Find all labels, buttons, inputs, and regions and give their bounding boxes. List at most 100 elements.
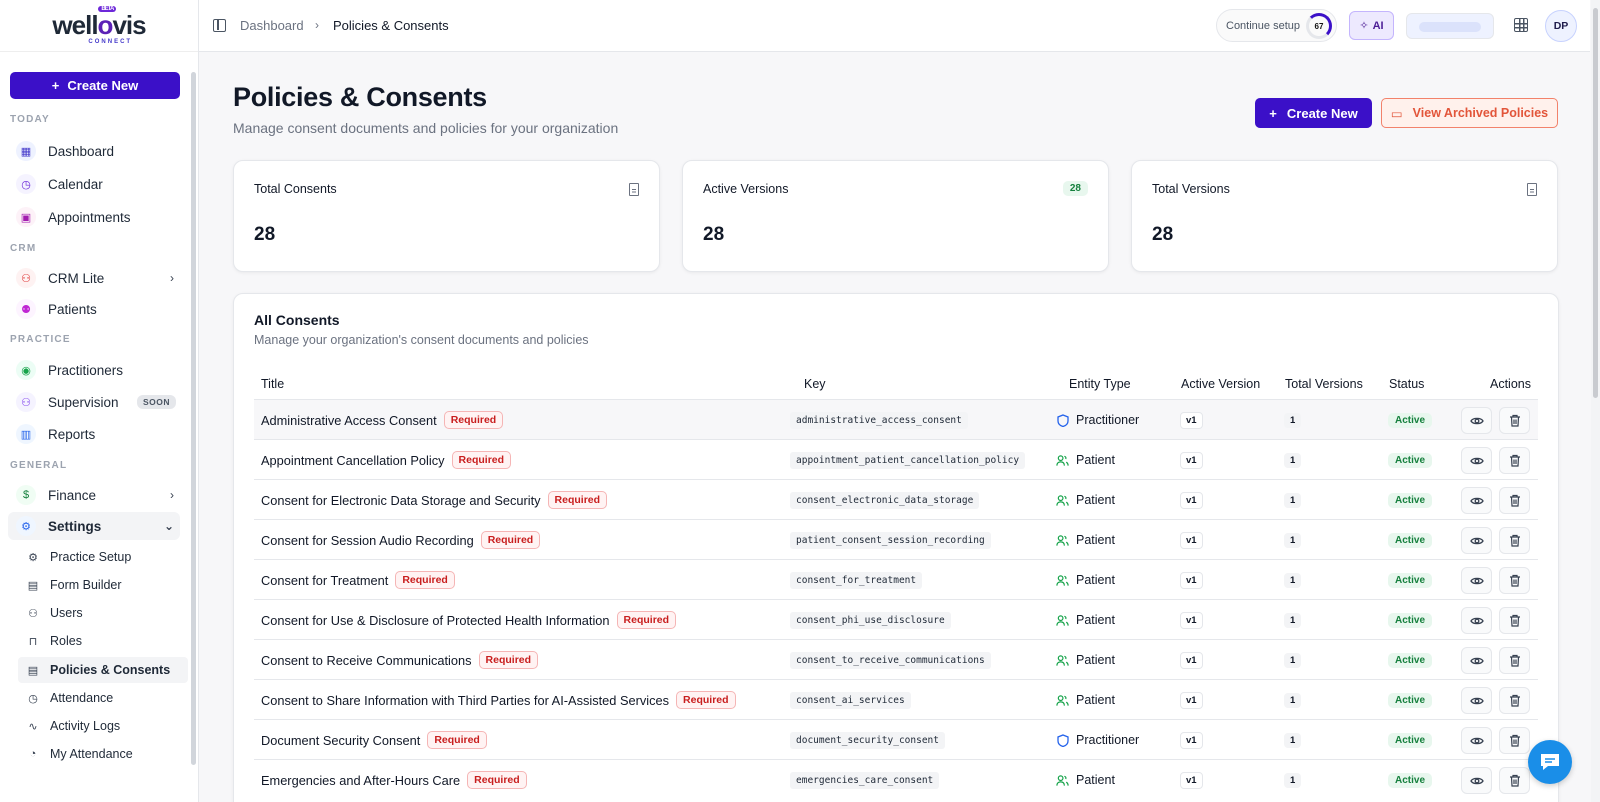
column-header-total-versions[interactable]: Total Versions: [1285, 377, 1363, 391]
required-badge: Required: [427, 731, 487, 749]
delete-button[interactable]: [1499, 687, 1530, 714]
delete-button[interactable]: [1499, 647, 1530, 674]
consent-title[interactable]: Consent to Share Information with Third …: [261, 693, 669, 708]
delete-button[interactable]: [1499, 527, 1530, 554]
delete-button[interactable]: [1499, 607, 1530, 634]
view-button[interactable]: [1461, 647, 1492, 674]
consent-title[interactable]: Consent for Use & Disclosure of Protecte…: [261, 613, 610, 628]
view-button[interactable]: [1461, 607, 1492, 634]
sidebar-item-patients[interactable]: ⚉ Patients: [8, 295, 180, 323]
avatar[interactable]: DP: [1545, 10, 1577, 42]
row-active-version: v1: [1180, 560, 1203, 600]
view-button[interactable]: [1461, 447, 1492, 474]
create-new-button[interactable]: + Create New: [1255, 98, 1372, 128]
total-versions-badge: 1: [1284, 692, 1302, 708]
table-row[interactable]: Emergencies and After-Hours Care Required…: [254, 759, 1538, 800]
sidebar-sub-attendance[interactable]: ◷ Attendance: [18, 685, 188, 711]
table-row[interactable]: Consent to Receive Communications Require…: [254, 639, 1538, 680]
breadcrumb-current: Policies & Consents: [333, 18, 449, 33]
delete-button[interactable]: [1499, 487, 1530, 514]
trash-icon: [1509, 534, 1521, 547]
view-button[interactable]: [1461, 687, 1492, 714]
view-button[interactable]: [1461, 407, 1492, 434]
sidebar-sub-practice-setup[interactable]: ⚙ Practice Setup: [18, 544, 188, 570]
breadcrumb-dashboard[interactable]: Dashboard: [240, 18, 304, 33]
sidebar-scrollbar[interactable]: [191, 72, 196, 765]
view-archived-policies-button[interactable]: ▭ View Archived Policies: [1381, 98, 1558, 128]
sidebar-item-appointments[interactable]: ▣ Appointments: [8, 203, 180, 231]
row-total-versions: 1: [1284, 480, 1302, 520]
view-button[interactable]: [1461, 727, 1492, 754]
row-entity-type: Patient: [1056, 760, 1115, 800]
consent-key: document_security_consent: [790, 731, 945, 749]
eye-icon: [1469, 576, 1484, 586]
sidebar-sub-form-builder[interactable]: ▤ Form Builder: [18, 572, 188, 598]
logo-subtitle: CONNECT: [88, 39, 133, 45]
document-icon: [629, 183, 639, 196]
sidebar-sub-activity-logs[interactable]: ∿ Activity Logs: [18, 713, 188, 739]
consent-title[interactable]: Consent to Receive Communications: [261, 653, 472, 668]
column-header-active-version[interactable]: Active Version: [1181, 377, 1260, 391]
consent-title[interactable]: Consent for Treatment: [261, 573, 388, 588]
sidebar-item-supervision[interactable]: ⚇ Supervision SOON: [8, 388, 180, 416]
delete-button[interactable]: [1499, 447, 1530, 474]
folder-icon: ▭: [1390, 106, 1403, 121]
table-row[interactable]: Consent for Treatment Required consent_for…: [254, 559, 1538, 600]
sidebar-item-finance[interactable]: $ Finance ›: [8, 481, 180, 509]
consents-table-card: All Consents Manage your organization's …: [233, 293, 1559, 802]
sidebar-item-settings[interactable]: ⚙ Settings ⌄: [8, 512, 180, 540]
chevron-down-icon: ⌄: [163, 519, 174, 533]
sidebar-item-reports[interactable]: ▥ Reports: [8, 420, 180, 448]
page-scrollbar[interactable]: [1591, 0, 1600, 802]
view-button[interactable]: [1461, 487, 1492, 514]
top-bar: Dashboard › Policies & Consents Continue…: [199, 0, 1590, 52]
entity-type-label: Patient: [1076, 693, 1115, 707]
table-row[interactable]: Consent for Use & Disclosure of Protecte…: [254, 599, 1538, 640]
logo[interactable]: wellovis BETA CONNECT: [0, 0, 198, 52]
consent-title[interactable]: Consent for Electronic Data Storage and …: [261, 493, 541, 508]
users-icon: [1056, 494, 1069, 507]
sidebar-item-practitioners[interactable]: ◉ Practitioners: [8, 356, 180, 384]
apps-grid-icon[interactable]: [1514, 18, 1528, 32]
delete-button[interactable]: [1499, 767, 1530, 794]
delete-button[interactable]: [1499, 407, 1530, 434]
column-header-key[interactable]: Key: [804, 377, 826, 391]
entity-type-label: Patient: [1076, 453, 1115, 467]
column-header-status[interactable]: Status: [1389, 377, 1424, 391]
sidebar-sub-my-attendance[interactable]: ◔ My Attendance: [18, 741, 188, 767]
view-button[interactable]: [1461, 527, 1492, 554]
column-header-title[interactable]: Title: [261, 377, 284, 391]
chat-button[interactable]: [1528, 740, 1572, 784]
ai-button[interactable]: ✧ AI: [1349, 11, 1394, 40]
consent-title[interactable]: Document Security Consent: [261, 733, 420, 748]
sidebar-toggle-icon[interactable]: [213, 19, 226, 32]
view-button[interactable]: [1461, 767, 1492, 794]
consent-title[interactable]: Emergencies and After-Hours Care: [261, 773, 460, 788]
patients-icon: ⚉: [16, 299, 36, 319]
table-row[interactable]: Consent to Share Information with Third …: [254, 679, 1538, 720]
sidebar-create-new-button[interactable]: + Create New: [10, 72, 180, 99]
table-row[interactable]: Document Security Consent Required documen…: [254, 719, 1538, 760]
sidebar-sub-users[interactable]: ⚇ Users: [18, 600, 188, 626]
section-label-practice: PRACTICE: [10, 334, 71, 345]
appointments-icon: ▣: [16, 207, 36, 227]
view-button[interactable]: [1461, 567, 1492, 594]
consent-title[interactable]: Appointment Cancellation Policy: [261, 453, 445, 468]
consent-key: consent_to_receive_communications: [790, 651, 991, 669]
sidebar-item-calendar[interactable]: ◷ Calendar: [8, 170, 180, 198]
delete-button[interactable]: [1499, 727, 1530, 754]
continue-setup-button[interactable]: Continue setup 67: [1216, 9, 1337, 42]
consent-title[interactable]: Administrative Access Consent: [261, 413, 437, 428]
table-row[interactable]: Consent for Electronic Data Storage and …: [254, 479, 1538, 520]
table-row[interactable]: Consent for Session Audio Recording Requi…: [254, 519, 1538, 560]
version-badge: v1: [1180, 691, 1203, 709]
table-row[interactable]: Administrative Access Consent Required adm…: [254, 399, 1538, 440]
column-header-entity-type[interactable]: Entity Type: [1069, 377, 1131, 391]
sidebar-item-dashboard[interactable]: ▦ Dashboard: [8, 137, 180, 165]
delete-button[interactable]: [1499, 567, 1530, 594]
table-row[interactable]: Appointment Cancellation Policy Required a…: [254, 439, 1538, 480]
sidebar-sub-policies-consents[interactable]: ▤ Policies & Consents: [18, 657, 188, 683]
consent-title[interactable]: Consent for Session Audio Recording: [261, 533, 474, 548]
sidebar-sub-roles[interactable]: ⊓ Roles: [18, 628, 188, 654]
sidebar-item-crm-lite[interactable]: ⚇ CRM Lite ›: [8, 264, 180, 292]
